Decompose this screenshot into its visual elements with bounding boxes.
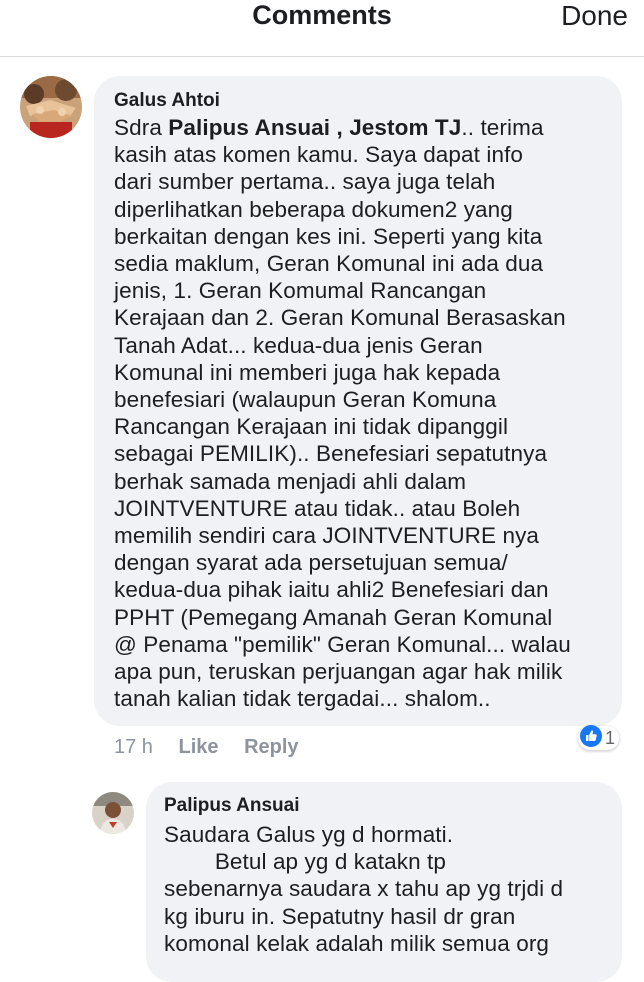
comment-bubble: Galus Ahtoi Sdra Palipus Ansuai , Jestom… bbox=[94, 76, 622, 726]
comments-header: Comments Done bbox=[0, 0, 644, 57]
reply-bubble: Palipus Ansuai Saudara Galus yg d hormat… bbox=[146, 782, 622, 982]
comment-text-line1-suffix: .. terima bbox=[461, 115, 544, 140]
comment-author[interactable]: Galus Ahtoi bbox=[114, 90, 622, 112]
comment-text-body: kasih atas komen kamu. Saya dapat info d… bbox=[114, 142, 571, 712]
avatar[interactable] bbox=[92, 792, 134, 834]
reaction-count-badge[interactable]: 1 bbox=[578, 724, 620, 752]
mention-link[interactable]: Palipus Ansuai , Jestom TJ bbox=[168, 115, 461, 140]
reply-author[interactable]: Palipus Ansuai bbox=[164, 795, 622, 817]
like-button[interactable]: Like bbox=[179, 736, 219, 758]
like-reaction-icon bbox=[580, 724, 602, 752]
done-button[interactable]: Done bbox=[561, 1, 628, 31]
page-title: Comments bbox=[252, 0, 392, 30]
reaction-count: 1 bbox=[605, 728, 616, 748]
comment-time: 17 h bbox=[114, 736, 153, 758]
comment-text-prefix: Sdra bbox=[114, 115, 169, 140]
comment-text: Sdra Palipus Ansuai , Jestom TJ.. terima… bbox=[114, 114, 622, 712]
reply-button[interactable]: Reply bbox=[244, 736, 298, 758]
comment-meta: 17 h Like Reply bbox=[114, 735, 299, 759]
avatar[interactable] bbox=[20, 76, 82, 138]
reply-text: Saudara Galus yg d hormati. Betul ap yg … bbox=[164, 822, 564, 956]
